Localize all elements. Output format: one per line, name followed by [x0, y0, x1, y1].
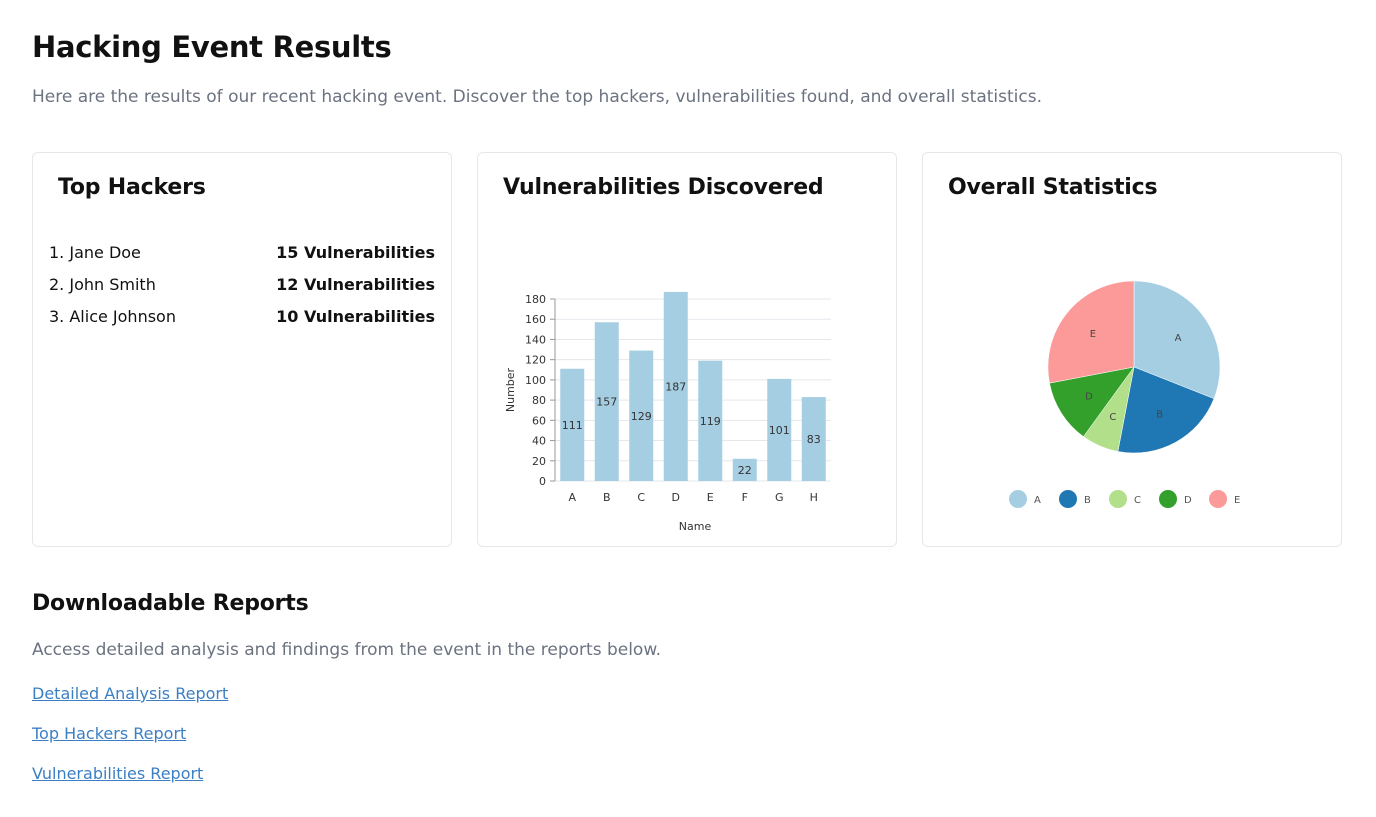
- hacker-name: 1. Jane Doe: [49, 243, 141, 262]
- bar-value-label: 119: [700, 415, 721, 428]
- reports-subtitle: Access detailed analysis and findings fr…: [32, 640, 662, 660]
- y-tick-label: 20: [532, 455, 546, 468]
- list-item: 3. Alice Johnson 10 Vulnerabilities: [49, 307, 435, 339]
- list-item: 2. John Smith 12 Vulnerabilities: [49, 275, 435, 307]
- reports-title: Downloadable Reports: [32, 591, 309, 616]
- y-tick-label: 140: [525, 333, 546, 346]
- pie-slice-label: C: [1109, 412, 1116, 423]
- page-title: Hacking Event Results: [32, 30, 392, 64]
- x-tick-label: A: [568, 491, 576, 504]
- pie-slice-label: D: [1085, 392, 1093, 403]
- x-tick-label: B: [603, 491, 611, 504]
- vulnerabilities-report-link[interactable]: Vulnerabilities Report: [32, 764, 203, 783]
- x-tick-label: C: [637, 491, 645, 504]
- legend-swatch-A: [1009, 490, 1027, 508]
- pie-slice-label: B: [1156, 410, 1163, 421]
- top-hackers-report-link[interactable]: Top Hackers Report: [32, 724, 186, 743]
- y-tick-label: 40: [532, 435, 546, 448]
- y-tick-label: 180: [525, 293, 546, 306]
- legend-label: C: [1134, 495, 1141, 506]
- bar-value-label: 101: [769, 424, 790, 437]
- x-tick-label: D: [672, 491, 680, 504]
- statistics-pie-chart: A B C D E A B C D E: [1009, 280, 1240, 508]
- y-tick-label: 0: [539, 475, 546, 488]
- legend-label: B: [1084, 495, 1091, 506]
- top-hackers-list: 1. Jane Doe 15 Vulnerabilities 2. John S…: [49, 243, 435, 339]
- x-axis-label: Name: [679, 520, 712, 533]
- bar-value-label: 22: [738, 464, 752, 477]
- hacker-name: 3. Alice Johnson: [49, 307, 176, 326]
- y-tick-label: 100: [525, 374, 546, 387]
- page-subtitle: Here are the results of our recent hacki…: [32, 87, 1042, 107]
- bar-value-label: 111: [562, 419, 583, 432]
- legend-swatch-D: [1159, 490, 1177, 508]
- list-item: 1. Jane Doe 15 Vulnerabilities: [49, 243, 435, 275]
- bar-value-label: 187: [665, 380, 686, 393]
- bar-value-label: 129: [631, 410, 652, 423]
- legend-swatch-C: [1109, 490, 1127, 508]
- y-tick-label: 60: [532, 414, 546, 427]
- hacker-count: 12 Vulnerabilities: [276, 275, 435, 294]
- hacker-count: 15 Vulnerabilities: [276, 243, 435, 262]
- y-axis-label: Number: [504, 367, 517, 412]
- legend-swatch-E: [1209, 490, 1227, 508]
- detailed-analysis-report-link[interactable]: Detailed Analysis Report: [32, 684, 228, 703]
- pie-slice-label: E: [1090, 329, 1096, 340]
- y-tick-label: 80: [532, 394, 546, 407]
- legend-swatch-B: [1059, 490, 1077, 508]
- x-tick-label: E: [707, 491, 714, 504]
- hacker-count: 10 Vulnerabilities: [276, 307, 435, 326]
- pie-slice-label: A: [1175, 333, 1182, 344]
- legend-label: E: [1234, 495, 1240, 506]
- top-hackers-card: Top Hackers 1. Jane Doe 15 Vulnerabiliti…: [32, 152, 452, 547]
- bar-value-label: 157: [596, 396, 617, 409]
- bar-value-label: 83: [807, 433, 821, 446]
- x-tick-label: F: [742, 491, 748, 504]
- y-tick-label: 160: [525, 313, 546, 326]
- legend-label: A: [1034, 495, 1041, 506]
- x-tick-label: H: [810, 491, 818, 504]
- top-hackers-title: Top Hackers: [58, 175, 206, 200]
- y-tick-label: 120: [525, 354, 546, 367]
- statistics-card: Overall Statistics ABCDEABCDE: [922, 152, 1342, 547]
- hacker-name: 2. John Smith: [49, 275, 156, 294]
- x-tick-label: G: [775, 491, 784, 504]
- vulnerabilities-card: Vulnerabilities Discovered 0 20 40 60 80 100 1…: [477, 152, 897, 547]
- vulnerabilities-bar-chart: 0 20 40 60 80 100 120 140 160 180 111 A 157 B 129 C 187 D…: [504, 291, 831, 533]
- legend-label: D: [1184, 495, 1192, 506]
